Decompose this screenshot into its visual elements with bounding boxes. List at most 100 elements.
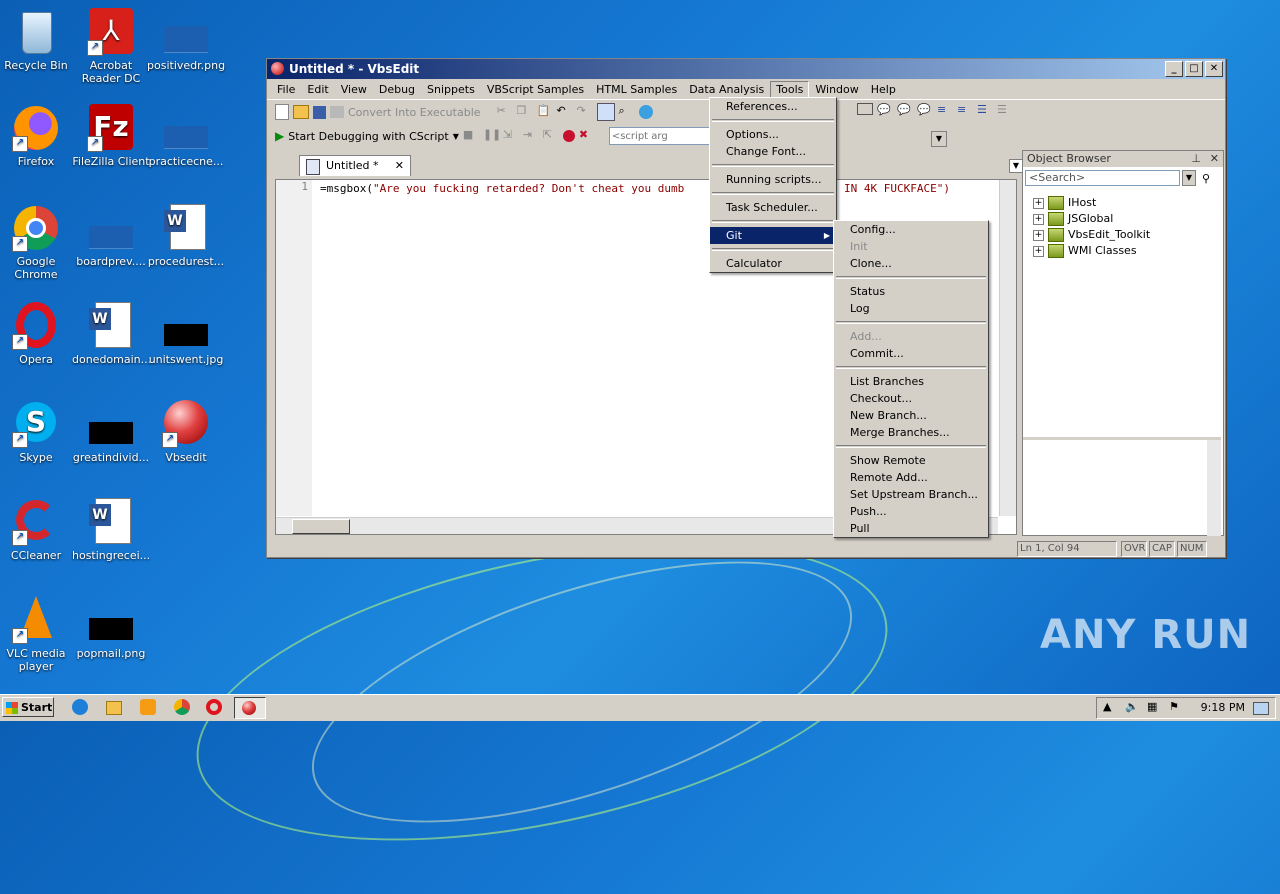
explorer-folder-icon[interactable] [106, 701, 122, 715]
pin-icon[interactable]: ⊥ [1191, 151, 1201, 167]
script-arguments-dropdown-icon[interactable]: ▼ [931, 131, 947, 147]
menu-snippets[interactable]: Snippets [421, 81, 481, 98]
open-folder-icon[interactable] [293, 105, 309, 119]
menu-item-git[interactable]: Git ▶ [710, 227, 836, 244]
web-icon[interactable] [638, 105, 653, 119]
desktop-icon-vbsedit[interactable]: ↗ Vbsedit [147, 400, 225, 464]
show-desktop-icon[interactable] [1253, 702, 1269, 715]
close-tab-icon[interactable]: ✕ [395, 156, 404, 176]
menu-help[interactable]: Help [865, 81, 902, 98]
start-debugging-button[interactable]: Start Debugging with CScript [288, 130, 448, 143]
close-panel-icon[interactable]: ✕ [1210, 151, 1219, 167]
desktop-icon-skype[interactable]: S ↗ Skype [0, 400, 75, 464]
menu-item-change-font[interactable]: Change Font... [710, 143, 836, 160]
git-show-remote[interactable]: Show Remote [834, 452, 988, 469]
git-list-branches[interactable]: List Branches [834, 373, 988, 390]
action-center-flag-icon[interactable]: ⚑ [1169, 700, 1179, 713]
clear-icon[interactable]: ☰ [997, 103, 1013, 119]
comment-icon[interactable]: 💬 [877, 103, 893, 119]
pause-icon[interactable]: ❚❚ [483, 128, 501, 144]
git-config[interactable]: Config... [834, 221, 988, 238]
git-merge-branches[interactable]: Merge Branches... [834, 424, 988, 441]
menu-window[interactable]: Window [809, 81, 864, 98]
expand-icon[interactable]: + [1033, 213, 1044, 225]
desktop-icon-acrobat[interactable]: ⅄ ↗ Acrobat Reader DC [72, 8, 150, 85]
desktop-icon-firefox[interactable]: ↗ Firefox [0, 104, 75, 168]
desktop-icon-chrome[interactable]: ↗ Google Chrome [0, 204, 75, 281]
menu-tools[interactable]: Tools [770, 80, 810, 98]
desktop-icon-positivedr[interactable]: positivedr.png [147, 8, 225, 72]
menu-file[interactable]: File [271, 81, 301, 98]
title-bar[interactable]: Untitled * - VbsEdit _ □ ✕ [267, 59, 1225, 79]
uncomment-icon[interactable]: 💬 [897, 103, 913, 119]
git-push[interactable]: Push... [834, 503, 988, 520]
object-browser-toggle-icon[interactable] [596, 103, 615, 121]
git-set-upstream-branch[interactable]: Set Upstream Branch... [834, 486, 988, 503]
search-dropdown-icon[interactable]: ▼ [1182, 170, 1196, 186]
opera-taskbar-icon[interactable] [206, 699, 222, 715]
horizontal-scroll-thumb[interactable] [292, 519, 350, 534]
breakpoint-icon[interactable] [562, 130, 575, 142]
git-add[interactable]: Add... [834, 328, 988, 345]
clear-breakpoints-icon[interactable]: ✖ [579, 128, 595, 144]
git-pull[interactable]: Pull [834, 520, 988, 537]
paste-icon[interactable]: 📋 [537, 104, 553, 120]
menu-item-running-scripts[interactable]: Running scripts... [710, 171, 836, 188]
taskbar-vbsedit-button[interactable] [234, 697, 266, 719]
code-line[interactable]: =msgbox("Are you fucking retarded? Don't… [320, 182, 684, 195]
find-icon[interactable]: ⌕ [619, 104, 635, 120]
window-icon[interactable] [857, 103, 873, 115]
outdent-icon[interactable]: ≡ [957, 103, 973, 119]
menu-item-task-scheduler[interactable]: Task Scheduler... [710, 199, 836, 216]
bookmark-icon[interactable]: 💬 [917, 103, 933, 119]
copy-icon[interactable]: ❐ [517, 104, 533, 120]
tree-item-vbsedit-toolkit[interactable]: + VbsEdit_Toolkit [1023, 227, 1223, 243]
menu-debug[interactable]: Debug [373, 81, 421, 98]
cut-icon[interactable]: ✂ [497, 104, 513, 120]
indent-icon[interactable]: ≡ [937, 103, 953, 119]
tree-item-ihost[interactable]: + IHost [1023, 195, 1223, 211]
desktop-icon-donedomain[interactable]: W donedomain... [72, 302, 151, 366]
network-icon[interactable]: ▦ [1147, 700, 1157, 713]
desktop-icon-boardprev[interactable]: boardprev.... [72, 204, 150, 268]
desktop-icon-procedurest[interactable]: W procedurest... [147, 204, 225, 268]
volume-icon[interactable]: 🔈 [1125, 700, 1139, 713]
step-out-icon[interactable]: ⇱ [543, 128, 559, 144]
convert-into-executable-button[interactable]: Convert Into Executable [348, 106, 481, 119]
desktop-icon-popmail[interactable]: popmail.png [72, 596, 150, 660]
chrome-taskbar-icon[interactable] [174, 699, 190, 715]
tab-list-dropdown-icon[interactable]: ▼ [1009, 159, 1023, 173]
tree-item-jsglobal[interactable]: + JSGlobal [1023, 211, 1223, 227]
desktop-icon-opera[interactable]: ↗ Opera [0, 302, 75, 366]
desktop-icon-hostingrecei[interactable]: W hostingrecei... [72, 498, 150, 562]
desktop-icon-practicecne[interactable]: practicecne... [147, 104, 225, 168]
menu-data-analysis[interactable]: Data Analysis [683, 81, 770, 98]
tab-untitled[interactable]: Untitled * ✕ [299, 155, 411, 176]
git-remote-add[interactable]: Remote Add... [834, 469, 988, 486]
expand-icon[interactable]: + [1033, 229, 1044, 241]
description-scrollbar[interactable] [1207, 440, 1221, 536]
git-new-branch[interactable]: New Branch... [834, 407, 988, 424]
menu-vbscript-samples[interactable]: VBScript Samples [481, 81, 590, 98]
save-icon[interactable] [313, 105, 326, 119]
menu-edit[interactable]: Edit [301, 81, 334, 98]
new-file-icon[interactable] [275, 104, 289, 120]
desktop-icon-unitswent[interactable]: unitswent.jpg [147, 302, 225, 366]
step-over-icon[interactable]: ⇥ [523, 128, 539, 144]
desktop-icon-filezilla[interactable]: Fz ↗ FileZilla Client [72, 104, 150, 168]
stop-icon[interactable]: ■ [463, 128, 479, 144]
search-binoculars-icon[interactable]: ⚲ [1202, 172, 1210, 185]
show-hidden-icons-icon[interactable]: ▲ [1103, 700, 1111, 713]
editor-vertical-scrollbar[interactable] [999, 180, 1016, 516]
chevron-down-icon[interactable]: ▼ [453, 132, 459, 141]
media-player-icon[interactable] [140, 699, 156, 715]
close-button[interactable]: ✕ [1205, 61, 1223, 77]
desktop-icon-vlc[interactable]: ↗ VLC media player [0, 596, 75, 673]
menu-item-options[interactable]: Options... [710, 126, 836, 143]
menu-item-calculator[interactable]: Calculator [710, 255, 836, 272]
git-checkout[interactable]: Checkout... [834, 390, 988, 407]
expand-icon[interactable]: + [1033, 197, 1044, 209]
desktop-icon-greatindivid[interactable]: greatindivid... [72, 400, 150, 464]
git-status[interactable]: Status [834, 283, 988, 300]
undo-icon[interactable]: ↶ [557, 104, 573, 120]
